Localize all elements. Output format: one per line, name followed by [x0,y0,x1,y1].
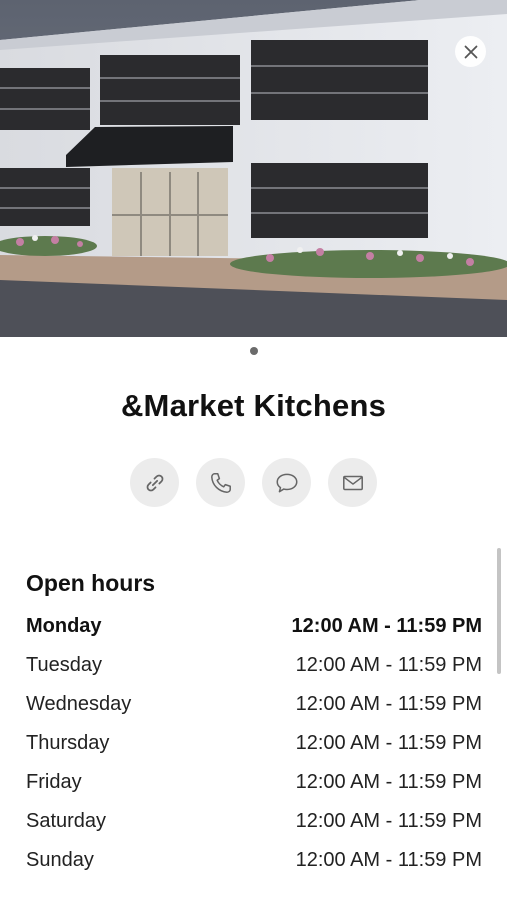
hours-row-tuesday: Tuesday 12:00 AM - 11:59 PM [26,654,482,693]
website-link-button[interactable] [130,458,179,507]
day-label: Thursday [26,732,110,754]
close-icon [464,45,477,58]
photo-page-indicator [0,347,507,355]
mail-icon [342,475,363,490]
hours-row-sunday: Sunday 12:00 AM - 11:59 PM [26,849,482,888]
action-buttons [0,458,507,507]
time-range: 12:00 AM - 11:59 PM [295,693,482,715]
place-title: &Market Kitchens [120,388,387,423]
link-icon [146,474,163,491]
close-button[interactable] [455,36,486,67]
building-photo [0,0,507,337]
scrollbar[interactable] [497,548,501,674]
message-icon [275,473,298,492]
day-label: Monday [26,615,102,637]
open-hours-section: Open hours Monday 12:00 AM - 11:59 PM Tu… [26,570,482,888]
phone-icon [210,472,231,493]
day-label: Sunday [26,849,94,871]
message-button[interactable] [262,458,311,507]
place-photo[interactable] [0,0,507,337]
hours-row-wednesday: Wednesday 12:00 AM - 11:59 PM [26,693,482,732]
time-range: 12:00 AM - 11:59 PM [295,810,482,832]
time-range: 12:00 AM - 11:59 PM [295,849,482,871]
open-hours-heading: Open hours [26,570,156,596]
page-dot [249,347,258,355]
hours-row-saturday: Saturday 12:00 AM - 11:59 PM [26,810,482,849]
time-range: 12:00 AM - 11:59 PM [295,732,482,754]
email-button[interactable] [328,458,377,507]
time-range: 12:00 AM - 11:59 PM [295,654,482,676]
day-label: Saturday [26,810,107,832]
call-button[interactable] [196,458,245,507]
time-range: 12:00 AM - 11:59 PM [295,771,482,793]
hours-row-friday: Friday 12:00 AM - 11:59 PM [26,771,482,810]
day-label: Friday [26,771,82,793]
hours-row-thursday: Thursday 12:00 AM - 11:59 PM [26,732,482,771]
hours-row-monday: Monday 12:00 AM - 11:59 PM [26,615,482,654]
day-label: Tuesday [26,654,102,676]
time-range: 12:00 AM - 11:59 PM [291,615,482,637]
day-label: Wednesday [26,693,132,715]
